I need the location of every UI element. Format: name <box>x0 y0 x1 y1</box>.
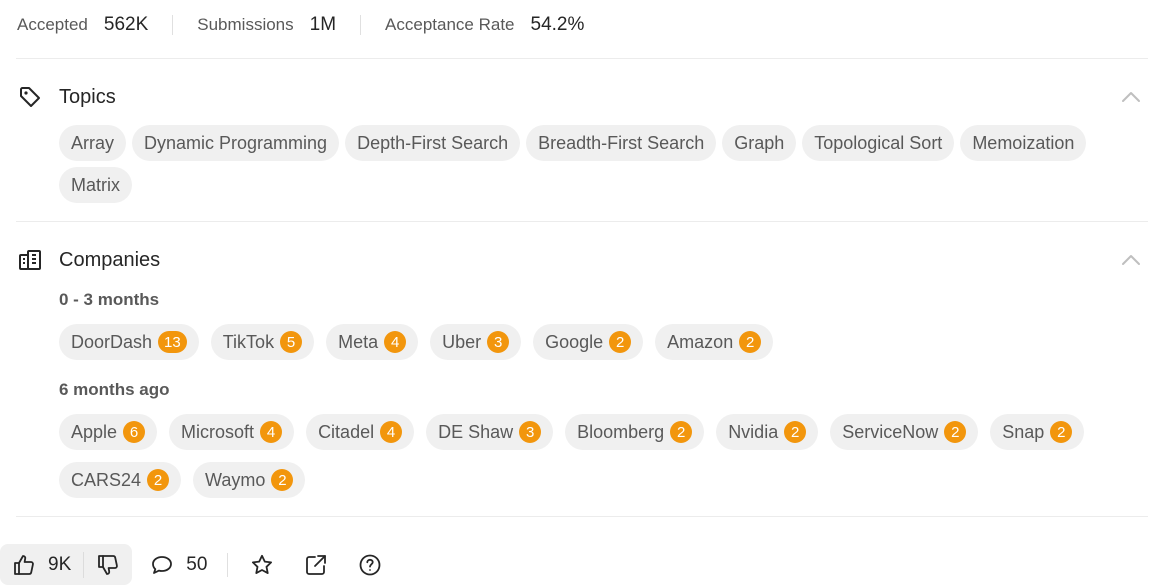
tag-icon <box>17 84 43 110</box>
footer-divider <box>227 552 229 577</box>
topics-title: Topics <box>59 85 116 108</box>
topics-header[interactable]: Topics <box>17 82 1144 112</box>
company-tag[interactable]: Microsoft 4 <box>169 414 295 450</box>
action-bar: 9K 50 <box>0 544 384 585</box>
help-button[interactable] <box>356 551 384 579</box>
thumbs-down-icon <box>96 553 120 577</box>
company-tag[interactable]: Google 2 <box>533 324 644 360</box>
company-name: Bloomberg <box>577 421 665 442</box>
company-tag[interactable]: Meta 4 <box>326 324 419 360</box>
frequency-badge: 2 <box>1050 421 1073 443</box>
company-name: DoorDash <box>71 331 153 352</box>
company-name: CARS24 <box>71 469 142 490</box>
thumbs-up-icon <box>12 553 36 577</box>
company-tag[interactable]: ServiceNow 2 <box>830 414 979 450</box>
topic-tag[interactable]: Array <box>59 125 127 161</box>
topic-tag[interactable]: Depth-First Search <box>345 125 521 161</box>
share-button[interactable] <box>302 551 330 579</box>
comments-button[interactable]: 50 <box>150 544 207 585</box>
companies-title: Companies <box>59 248 161 271</box>
company-tag[interactable]: DoorDash 13 <box>59 324 199 360</box>
company-name: Apple <box>71 421 118 442</box>
submissions-value: 1M <box>309 14 337 35</box>
company-tag-list-recent: DoorDash 13 TikTok 5 Meta 4 Uber 3 Google 2 Amazon… <box>59 324 1139 360</box>
building-icon <box>17 247 43 273</box>
section-divider <box>16 58 1148 59</box>
company-name: Snap <box>1002 421 1045 442</box>
period-label-older: 6 months ago <box>59 380 170 399</box>
topic-tag[interactable]: Memoization <box>960 125 1087 161</box>
frequency-badge: 2 <box>670 421 693 443</box>
stat-divider <box>360 15 362 35</box>
company-name: Google <box>545 331 604 352</box>
dislike-button[interactable] <box>84 544 132 585</box>
section-divider <box>16 221 1148 222</box>
company-name: ServiceNow <box>842 421 939 442</box>
stat-divider <box>172 15 174 35</box>
company-tag[interactable]: TikTok 5 <box>210 324 315 360</box>
comment-count: 50 <box>186 553 208 575</box>
chevron-up-icon[interactable] <box>1118 247 1144 273</box>
like-button[interactable]: 9K <box>0 544 83 585</box>
accepted-label: Accepted <box>17 15 88 34</box>
company-name: DE Shaw <box>438 421 514 442</box>
company-tag[interactable]: Amazon 2 <box>655 324 774 360</box>
frequency-badge: 4 <box>380 421 403 443</box>
period-label-recent: 0 - 3 months <box>59 290 160 309</box>
company-tag[interactable]: Apple 6 <box>59 414 158 450</box>
frequency-badge: 6 <box>123 421 146 443</box>
vote-group: 9K <box>0 544 133 585</box>
company-tag[interactable]: CARS24 2 <box>59 462 182 498</box>
topic-tag[interactable]: Breadth-First Search <box>526 125 717 161</box>
like-count: 9K <box>48 553 72 575</box>
company-name: Microsoft <box>181 421 255 442</box>
company-name: Uber <box>442 331 482 352</box>
company-name: Amazon <box>667 331 734 352</box>
accepted-value: 562K <box>103 14 149 35</box>
topic-tag[interactable]: Topological Sort <box>802 125 955 161</box>
frequency-badge: 5 <box>280 331 303 353</box>
topic-tag-list: Array Dynamic Programming Depth-First Sear… <box>59 125 1139 203</box>
section-divider <box>16 516 1148 517</box>
company-name: Meta <box>338 331 379 352</box>
frequency-badge: 3 <box>487 331 510 353</box>
topic-tag[interactable]: Dynamic Programming <box>132 125 340 161</box>
topic-tag[interactable]: Matrix <box>59 167 132 203</box>
company-name: TikTok <box>222 331 275 352</box>
frequency-badge: 4 <box>384 331 407 353</box>
company-tag-list-older: Apple 6 Microsoft 4 Citadel 4 DE Shaw 3 Bloomber… <box>59 414 1139 498</box>
company-tag[interactable]: Bloomberg 2 <box>565 414 705 450</box>
company-tag[interactable]: DE Shaw 3 <box>426 414 554 450</box>
acceptance-rate-value: 54.2% <box>530 14 585 35</box>
frequency-badge: 2 <box>271 469 294 491</box>
frequency-badge: 2 <box>784 421 807 443</box>
comment-icon <box>150 553 174 577</box>
company-tag[interactable]: Snap 2 <box>990 414 1085 450</box>
share-icon <box>304 553 328 577</box>
frequency-badge: 2 <box>739 331 762 353</box>
company-tag[interactable]: Waymo 2 <box>193 462 306 498</box>
company-name: Citadel <box>318 421 375 442</box>
company-tag[interactable]: Citadel 4 <box>306 414 415 450</box>
acceptance-rate-label: Acceptance Rate <box>385 15 515 34</box>
chevron-up-icon[interactable] <box>1118 84 1144 110</box>
favorite-button[interactable] <box>248 551 276 579</box>
stats-bar: Accepted 562K Submissions 1M Acceptance … <box>17 12 584 38</box>
star-icon <box>250 553 274 577</box>
topic-tag[interactable]: Graph <box>722 125 797 161</box>
submissions-label: Submissions <box>197 15 294 34</box>
frequency-badge: 3 <box>519 421 542 443</box>
frequency-badge: 2 <box>944 421 967 443</box>
company-name: Waymo <box>205 469 266 490</box>
company-tag[interactable]: Nvidia 2 <box>716 414 819 450</box>
frequency-badge: 4 <box>260 421 283 443</box>
frequency-badge: 2 <box>609 331 632 353</box>
company-tag[interactable]: Uber 3 <box>430 324 522 360</box>
companies-header[interactable]: Companies <box>17 245 1144 275</box>
help-icon <box>358 553 382 577</box>
frequency-badge: 13 <box>158 331 187 353</box>
frequency-badge: 2 <box>147 469 170 491</box>
company-name: Nvidia <box>728 421 779 442</box>
